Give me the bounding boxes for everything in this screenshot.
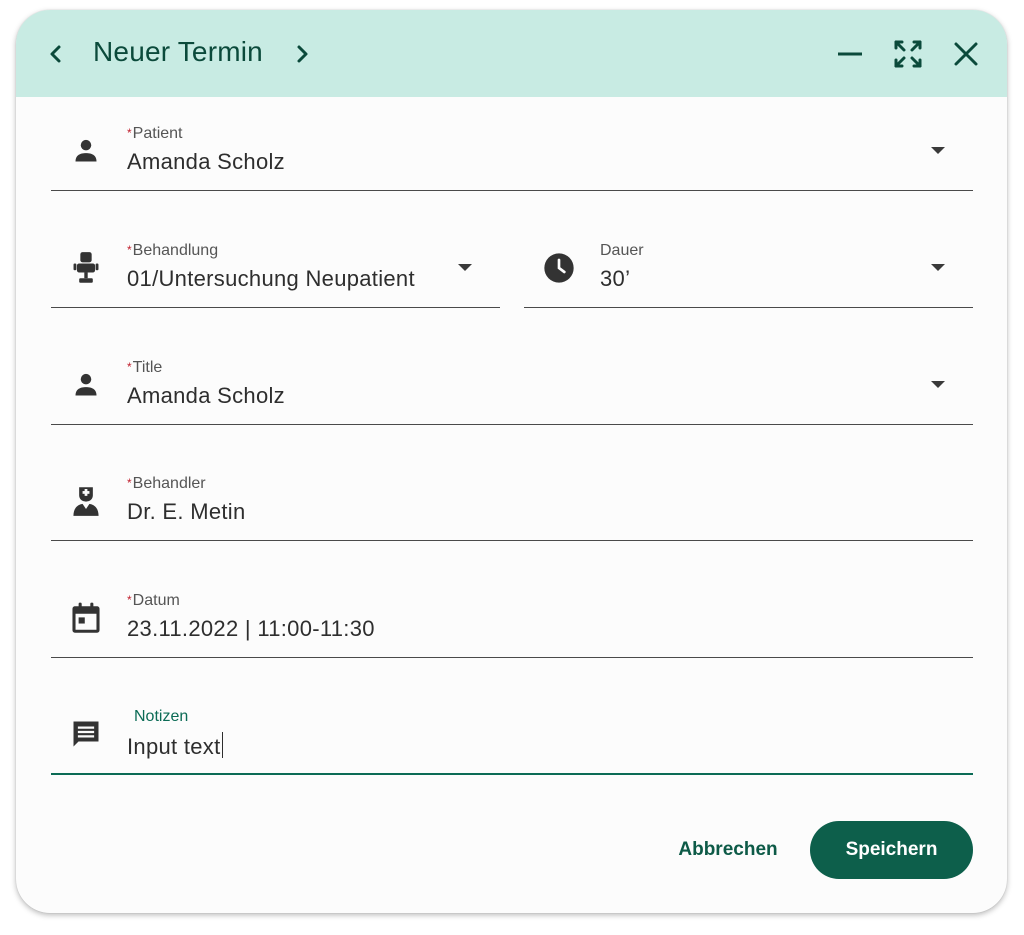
cancel-button[interactable]: Abbrechen [668, 830, 788, 870]
patient-field[interactable]: *Patient Amanda Scholz [51, 97, 973, 191]
calendar-icon [69, 601, 103, 635]
notizen-input[interactable]: Input text [127, 732, 224, 760]
dental-chair-icon [69, 251, 103, 285]
appointment-dialog: Neuer Termin *Patient Amanda Scholz *Beh… [16, 10, 1007, 913]
chevron-left-icon[interactable] [36, 34, 76, 74]
clock-icon [542, 251, 576, 285]
text-cursor [221, 732, 224, 758]
dauer-value: 30’ [600, 266, 631, 291]
notizen-field[interactable]: Notizen Input text [51, 680, 973, 775]
dauer-label: Dauer [600, 242, 644, 259]
title-value: Amanda Scholz [127, 383, 285, 408]
datum-label: *Datum [127, 592, 180, 609]
behandlung-field[interactable]: *Behandlung 01/Untersuchung Neupatient [51, 214, 500, 308]
behandlung-value: 01/Untersuchung Neupatient [127, 266, 415, 291]
dauer-dropdown-caret[interactable] [931, 264, 945, 271]
expand-icon[interactable] [888, 34, 928, 74]
patient-value: Amanda Scholz [127, 149, 285, 174]
chevron-right-icon[interactable] [282, 34, 322, 74]
save-button[interactable]: Speichern [810, 821, 973, 879]
minimize-icon[interactable] [830, 34, 870, 74]
title-label: *Title [127, 359, 163, 376]
dauer-field[interactable]: Dauer 30’ [524, 214, 973, 308]
behandler-label: *Behandler [127, 475, 206, 492]
close-icon[interactable] [946, 34, 986, 74]
person-icon [69, 134, 103, 168]
dialog-header: Neuer Termin [16, 10, 1007, 97]
datum-field[interactable]: *Datum 23.11.2022 | 11:00-11:30 [51, 564, 973, 658]
patient-dropdown-caret[interactable] [931, 147, 945, 154]
dialog-title: Neuer Termin [93, 36, 263, 67]
behandler-value: Dr. E. Metin [127, 499, 246, 524]
title-field[interactable]: *Title Amanda Scholz [51, 331, 973, 425]
title-dropdown-caret[interactable] [931, 381, 945, 388]
behandler-field[interactable]: *Behandler Dr. E. Metin [51, 447, 973, 541]
comment-icon [69, 717, 103, 751]
patient-label: *Patient [127, 125, 183, 142]
notizen-label: Notizen [134, 708, 189, 725]
behandlung-dropdown-caret[interactable] [458, 264, 472, 271]
person-icon [69, 368, 103, 402]
doctor-icon [69, 484, 103, 518]
behandlung-label: *Behandlung [127, 242, 219, 259]
datum-value: 23.11.2022 | 11:00-11:30 [127, 616, 375, 641]
